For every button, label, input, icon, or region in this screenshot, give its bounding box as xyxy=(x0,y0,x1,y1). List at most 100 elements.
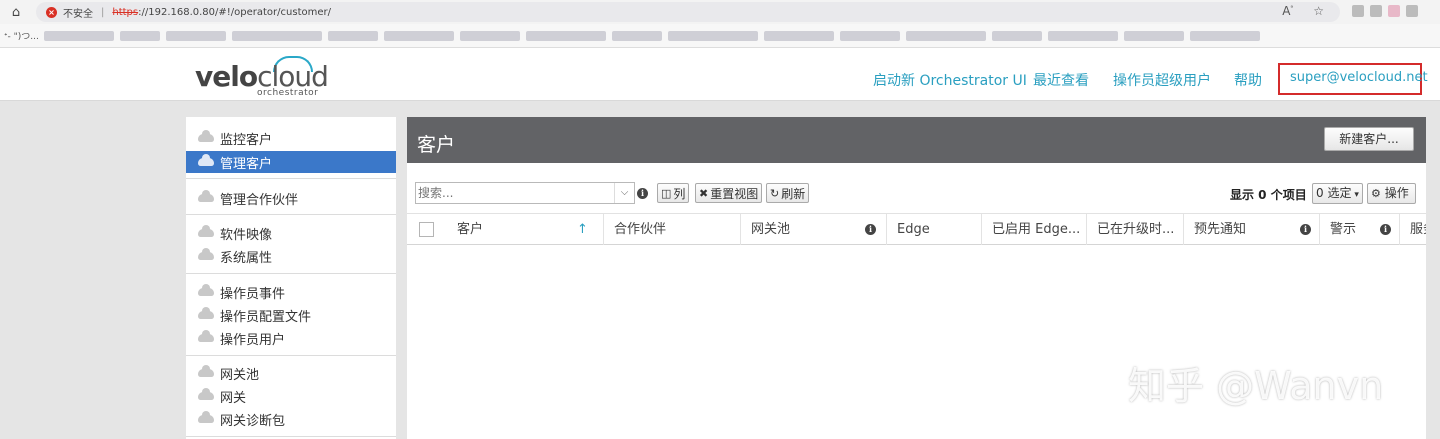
extension-icon[interactable] xyxy=(1388,5,1400,17)
sidebar-item-label: 管理合作伙伴 xyxy=(220,192,299,208)
recent-link[interactable]: 最近查看 xyxy=(1033,70,1089,90)
home-icon[interactable]: ⌂ xyxy=(4,1,28,23)
sidebar-item-label: 操作员用户 xyxy=(220,332,286,348)
url-path: ://192.168.0.80/#!/operator/customer/ xyxy=(138,6,331,18)
sidebar-item-manage-partners[interactable]: 管理合作伙伴 xyxy=(186,187,396,209)
sidebar-divider xyxy=(186,214,396,215)
sidebar-item-manage-customers[interactable]: 管理客户 xyxy=(186,151,396,173)
sidebar-item-gateways[interactable]: 网关 xyxy=(186,385,396,407)
cloud-icon xyxy=(198,225,214,237)
sidebar-item-operator-events[interactable]: 操作员事件 xyxy=(186,281,396,303)
bookmark-item[interactable]: ᐩ- ")つ... xyxy=(4,29,44,42)
columns-button[interactable]: ◫ 列 xyxy=(657,183,690,203)
grid-body-empty xyxy=(407,246,1426,439)
sidebar-item-software-images[interactable]: 软件映像 xyxy=(186,222,396,244)
search-box[interactable]: ⌵ xyxy=(415,182,635,204)
sidebar-item-gateway-diagnostic-bundles[interactable]: 网关诊断包 xyxy=(186,408,396,430)
sidebar-item-operator-users[interactable]: 操作员用户 xyxy=(186,327,396,349)
cloud-icon xyxy=(198,388,214,400)
user-highlight-box: super@velocloud.net xyxy=(1278,63,1428,95)
column-header-pre-notification[interactable]: 预先通知 i xyxy=(1183,214,1318,245)
browser-address-bar: ⌂ × 不安全 | https ://192.168.0.80/#!/opera… xyxy=(0,0,1440,24)
extension-icon[interactable] xyxy=(1352,5,1364,17)
refresh-button-label: 刷新 xyxy=(781,186,806,201)
favorite-star-icon[interactable]: ☆ xyxy=(1313,4,1324,18)
select-all-checkbox[interactable] xyxy=(419,222,434,237)
actions-button[interactable]: ⚙ 操作 xyxy=(1367,183,1416,204)
column-header-services[interactable]: 服务 xyxy=(1399,214,1426,245)
sidebar-item-label: 网关诊断包 xyxy=(220,413,286,429)
sidebar-divider xyxy=(186,355,396,356)
sidebar-item-operator-profiles[interactable]: 操作员配置文件 xyxy=(186,304,396,326)
extension-icon[interactable] xyxy=(1406,5,1418,17)
refresh-icon: ↻ xyxy=(770,186,780,200)
column-header-upgrade[interactable]: 已在升级时... xyxy=(1086,214,1182,245)
cloud-icon xyxy=(198,411,214,423)
cloud-icon xyxy=(198,307,214,319)
operator-superuser-link[interactable]: 操作员超级用户 xyxy=(1113,70,1211,90)
panel-title-bar: 客户 新建客户... xyxy=(407,117,1426,163)
column-header-edges-enabled[interactable]: 已启用 Edge... xyxy=(981,214,1085,245)
url-divider: | xyxy=(101,6,105,18)
sidebar-item-label: 操作员配置文件 xyxy=(220,309,312,325)
sort-ascending-icon[interactable]: ↑ xyxy=(577,214,588,245)
close-icon: ✖ xyxy=(699,186,709,200)
cloud-icon xyxy=(198,330,214,342)
page-title: 客户 xyxy=(417,134,456,156)
sidebar-item-label: 网关 xyxy=(220,390,247,406)
refresh-button[interactable]: ↻ 刷新 xyxy=(766,183,810,203)
new-customer-button[interactable]: 新建客户... xyxy=(1324,127,1414,151)
read-aloud-icon[interactable]: Aᵃ xyxy=(1282,4,1293,18)
column-header-edge[interactable]: Edge xyxy=(886,214,980,245)
blurred-bookmarks xyxy=(44,30,1260,41)
launch-new-ui-link[interactable]: 启动新 Orchestrator UI xyxy=(873,70,1027,90)
extension-icons xyxy=(1352,5,1418,17)
column-header-customer[interactable]: 客户 ↑ xyxy=(447,214,602,245)
sidebar-item-label: 系统属性 xyxy=(220,250,273,266)
caret-down-icon: ▾ xyxy=(1351,190,1359,200)
security-label: 不安全 xyxy=(63,8,93,20)
user-account-link[interactable]: super@velocloud.net xyxy=(1290,70,1428,85)
sidebar-item-label: 网关池 xyxy=(220,367,260,383)
sidebar-item-label: 操作员事件 xyxy=(220,286,286,302)
help-link[interactable]: 帮助 xyxy=(1234,70,1262,90)
cloud-icon xyxy=(198,284,214,296)
info-icon[interactable]: i xyxy=(1300,224,1311,235)
cloud-icon xyxy=(198,154,214,166)
chevron-down-icon[interactable]: ⌵ xyxy=(614,183,634,203)
url-field[interactable]: × 不安全 | https ://192.168.0.80/#!/operato… xyxy=(36,2,1340,22)
columns-icon: ◫ xyxy=(661,186,672,200)
sidebar-divider xyxy=(186,436,396,437)
selection-dropdown[interactable]: 0 选定 ▾ xyxy=(1312,183,1363,204)
sidebar-item-monitor-customers[interactable]: 监控客户 xyxy=(186,127,396,149)
sidebar-item-label: 软件映像 xyxy=(220,227,273,243)
insecure-icon: × xyxy=(46,6,57,18)
extension-icon[interactable] xyxy=(1370,5,1382,17)
item-count: 显示 0 个项目 xyxy=(1230,188,1307,202)
search-input[interactable] xyxy=(418,184,608,202)
reset-view-button-label: 重置视图 xyxy=(710,186,759,201)
info-icon[interactable]: i xyxy=(637,188,648,199)
cloud-icon xyxy=(198,130,214,142)
sidebar-item-system-properties[interactable]: 系统属性 xyxy=(186,245,396,267)
columns-button-label: 列 xyxy=(673,186,686,201)
column-header-alerts[interactable]: 警示 i xyxy=(1319,214,1398,245)
address-bar-actions: Aᵃ ☆ xyxy=(1282,4,1324,18)
sidebar-item-gateway-pools[interactable]: 网关池 xyxy=(186,362,396,384)
info-icon[interactable]: i xyxy=(1380,224,1391,235)
selection-label: 0 选定 xyxy=(1316,186,1352,200)
column-header-partner[interactable]: 合作伙伴 xyxy=(603,214,739,245)
info-icon[interactable]: i xyxy=(865,224,876,235)
top-nav: 启动新 Orchestrator UI 最近查看 操作员超级用户 帮助 xyxy=(0,70,1440,90)
watermark-text: 知乎 @Wanvn xyxy=(1128,364,1384,408)
url-protocol: https xyxy=(112,6,139,18)
reset-view-button[interactable]: ✖ 重置视图 xyxy=(695,183,763,203)
sidebar-item-label: 管理客户 xyxy=(220,156,273,172)
cloud-icon xyxy=(198,190,214,202)
cloud-icon xyxy=(198,365,214,377)
sidebar-divider xyxy=(186,178,396,179)
bookmarks-bar: ᐩ- ")つ... xyxy=(0,24,1440,48)
column-header-gateway-pool[interactable]: 网关池 i xyxy=(740,214,885,245)
gears-icon: ⚙ xyxy=(1371,187,1381,200)
sidebar: 监控客户 管理客户 管理合作伙伴 软件映像 系统属性 操作员事件 操作员配置文件… xyxy=(186,117,396,439)
